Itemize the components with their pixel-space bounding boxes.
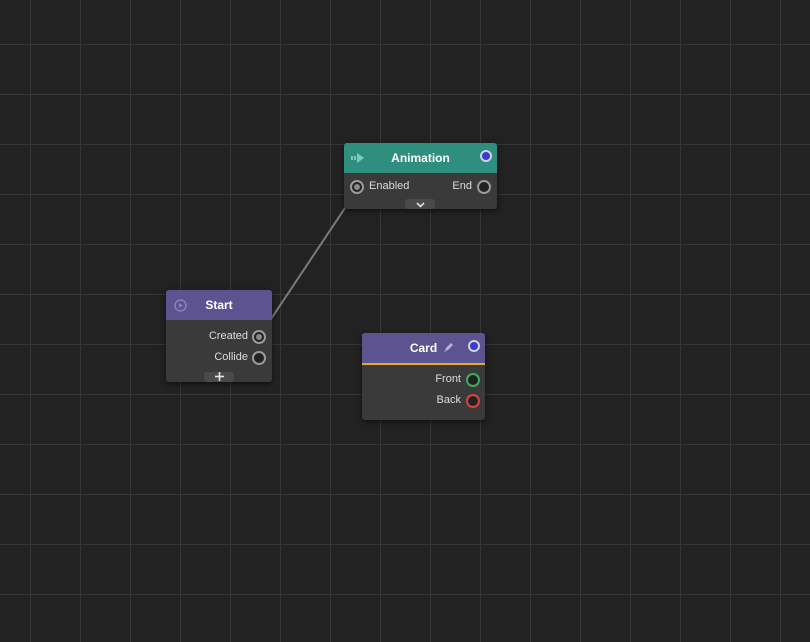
port-label: Back: [436, 394, 461, 406]
port-label: Collide: [214, 351, 248, 363]
output-port-end[interactable]: [477, 180, 491, 194]
expand-button[interactable]: [405, 199, 435, 209]
port-label: Created: [208, 330, 248, 342]
port-label: Enabled: [369, 180, 410, 192]
start-node-header[interactable]: Start: [166, 290, 272, 320]
card-accent-bar: [362, 363, 485, 365]
connection-wire[interactable]: [258, 189, 358, 338]
output-port-back[interactable]: [466, 394, 480, 408]
card-node[interactable]: Card Front Back: [362, 333, 485, 420]
port-row: Enabled End: [344, 176, 497, 197]
output-port-front[interactable]: [466, 373, 480, 387]
port-row: Front: [362, 369, 485, 390]
pencil-icon[interactable]: [443, 341, 457, 355]
add-output-button[interactable]: [204, 372, 234, 382]
plus-icon: [214, 368, 224, 386]
play-circle-icon: [173, 298, 187, 312]
animation-node[interactable]: Animation Enabled End: [344, 143, 497, 209]
start-node[interactable]: Start Created Collide: [166, 290, 272, 382]
port-row: Back: [362, 390, 485, 411]
node-graph-canvas[interactable]: Animation Enabled End Start Created Coll…: [0, 0, 810, 642]
animation-node-header[interactable]: Animation: [344, 143, 497, 173]
arrow-right-icon: [351, 151, 365, 165]
port-row: Collide: [166, 347, 272, 368]
output-port-collide[interactable]: [252, 351, 266, 365]
port-label: Front: [435, 373, 461, 385]
chevron-down-icon: [415, 195, 425, 213]
input-port-enabled[interactable]: [350, 180, 364, 194]
port-label: End: [452, 180, 472, 192]
output-port[interactable]: [480, 150, 492, 162]
card-node-header[interactable]: Card: [362, 333, 485, 363]
port-row: Created: [166, 326, 272, 347]
node-title: Animation: [391, 151, 450, 165]
node-title: Start: [205, 298, 233, 312]
node-title: Card: [409, 341, 438, 355]
output-port[interactable]: [468, 340, 480, 352]
output-port-created[interactable]: [252, 330, 266, 344]
wires-layer: [258, 189, 358, 338]
